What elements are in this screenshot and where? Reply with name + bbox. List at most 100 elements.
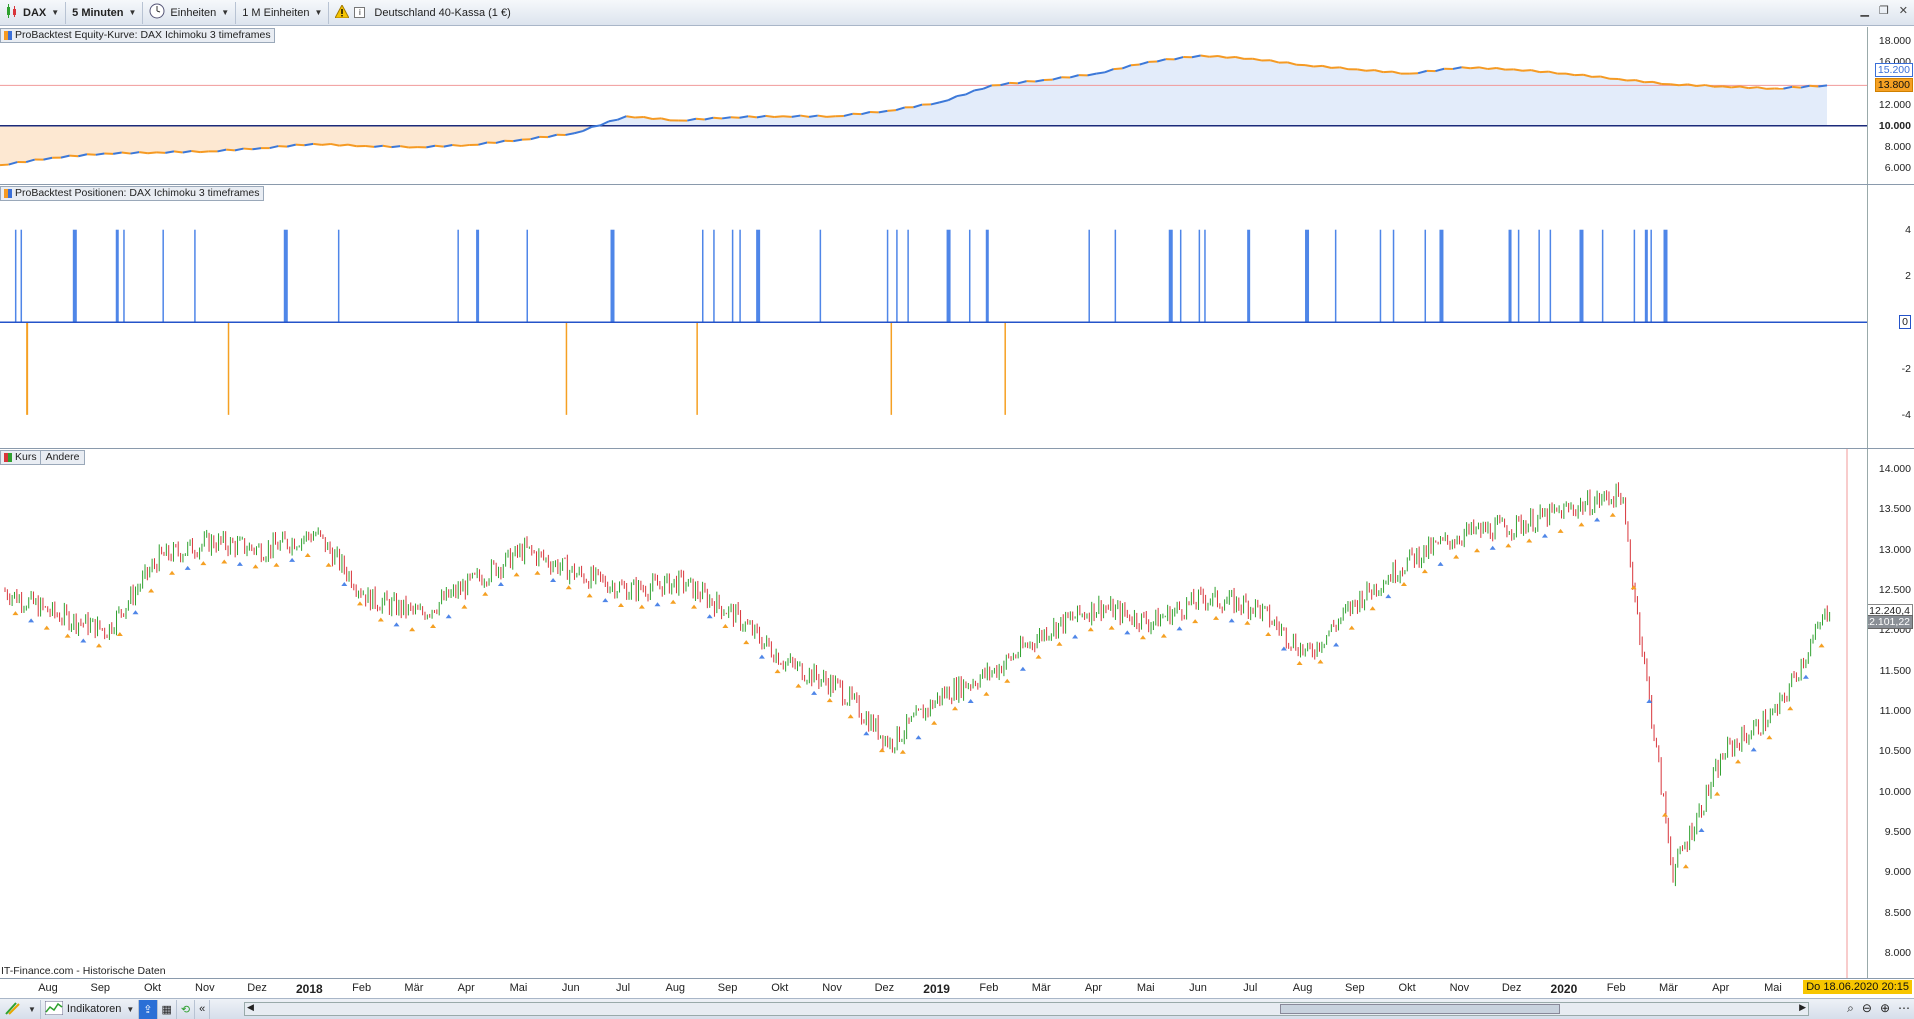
- chevron-down-icon[interactable]: ▼: [51, 8, 59, 17]
- trade-marker: [80, 638, 87, 643]
- long-position-bar: [1663, 229, 1668, 323]
- drawing-tools-button[interactable]: ▼: [0, 999, 41, 1019]
- data-source-note: IT-Finance.com - Historische Daten: [1, 965, 166, 977]
- trade-marker: [1192, 619, 1199, 624]
- trade-marker: [1108, 625, 1115, 630]
- sync-icon: ⟲: [180, 1003, 191, 1016]
- share-button[interactable]: ⇪: [139, 999, 158, 1019]
- scroll-left-icon[interactable]: ◀: [247, 1002, 254, 1013]
- timeframe-label: 5 Minuten: [72, 6, 124, 19]
- zoom-fit-icon[interactable]: ⌕: [1847, 1001, 1854, 1016]
- equity-axis-tick: 6.000: [1884, 162, 1911, 175]
- restore-icon[interactable]: ❐: [1879, 4, 1889, 17]
- trade-marker: [899, 749, 906, 754]
- equity-flat-segment: [1331, 66, 1340, 69]
- trade-marker: [967, 698, 974, 703]
- units-count-label: 1 M Einheiten: [242, 6, 310, 19]
- kurs-tab[interactable]: Kurs: [1, 451, 41, 464]
- layout-button[interactable]: ▦: [158, 999, 177, 1019]
- long-position-bar: [1549, 229, 1552, 323]
- trade-marker: [1019, 666, 1026, 671]
- time-axis[interactable]: Aug Sep Okt Nov Dez 2018 Feb Mär Apr Mai Jun Jul Aug…: [0, 978, 1914, 998]
- warning-icon[interactable]: [334, 3, 351, 21]
- trade-marker: [1296, 661, 1303, 666]
- short-position-bar: [696, 322, 698, 415]
- equity-panel-title[interactable]: ProBacktest Equity-Kurve: DAX Ichimoku 3…: [0, 28, 275, 43]
- zoom-in-icon[interactable]: ⊕: [1880, 1001, 1890, 1016]
- trade-marker: [1421, 569, 1428, 574]
- equity-flat-segment: [1487, 67, 1497, 70]
- equity-curve-panel[interactable]: ProBacktest Equity-Kurve: DAX Ichimoku 3…: [0, 27, 1867, 184]
- price-axis-tick: 13.500: [1878, 503, 1911, 516]
- units-mode-selector[interactable]: Einheiten ▼: [143, 1, 237, 24]
- trade-marker: [377, 617, 384, 622]
- sync-button[interactable]: ⟲: [177, 999, 196, 1019]
- equity-flat-segment: [1130, 63, 1140, 67]
- long-position-bar: [946, 229, 951, 323]
- long-position-bar: [14, 229, 17, 323]
- time-axis-label: Apr: [1084, 982, 1103, 994]
- long-position-bar: [162, 229, 164, 323]
- equity-flat-segment: [748, 115, 758, 119]
- trade-marker: [706, 614, 713, 619]
- trade-marker: [1160, 633, 1167, 638]
- equity-flat-segment: [173, 150, 183, 154]
- trade-marker: [132, 610, 139, 615]
- zoom-out-icon[interactable]: ⊖: [1862, 1001, 1872, 1016]
- instrument-selector[interactable]: DAX: [23, 7, 46, 19]
- long-position-bar: [1579, 229, 1584, 323]
- equity-flat-segment: [121, 151, 131, 155]
- double-chevron-left-icon: «: [199, 1003, 206, 1015]
- long-position-bar: [1601, 229, 1604, 323]
- price-y-axis[interactable]: 14.000 13.500 13.000 12.500 12.000 11.500 11.0…: [1867, 449, 1914, 978]
- positions-axis-tick: 2: [1905, 270, 1911, 282]
- more-icon[interactable]: ⋯: [1898, 1001, 1910, 1016]
- trade-marker: [915, 735, 922, 740]
- long-position-bar: [337, 229, 340, 323]
- long-position-bar: [1508, 229, 1512, 323]
- chevron-down-icon[interactable]: ▼: [28, 1005, 36, 1014]
- equity-flat-segment: [139, 151, 149, 155]
- positions-panel-title[interactable]: ProBacktest Positionen: DAX Ichimoku 3 t…: [0, 186, 264, 201]
- time-axis-label: Mär: [1031, 982, 1051, 994]
- trade-marker: [200, 561, 207, 566]
- equity-y-axis[interactable]: 18.00016.00014.00012.00010.0008.0006.000…: [1867, 27, 1914, 184]
- price-panel[interactable]: Kurs Andere IT-Finance.com - Historische…: [0, 449, 1867, 978]
- indicators-button[interactable]: Indikatoren ▼: [41, 999, 140, 1019]
- positions-panel[interactable]: ProBacktest Positionen: DAX Ichimoku 3 t…: [0, 185, 1867, 448]
- equity-flat-segment: [774, 115, 784, 119]
- info-icon[interactable]: i: [354, 7, 366, 18]
- equity-flat-segment: [765, 114, 775, 119]
- trade-marker: [445, 614, 452, 619]
- time-axis-label: Aug: [1292, 982, 1313, 994]
- chart-type-button[interactable]: DAX ▼: [0, 1, 67, 24]
- trade-marker: [617, 603, 624, 608]
- minimize-icon[interactable]: ▁: [1860, 4, 1868, 17]
- trade-marker: [1802, 674, 1809, 679]
- scroll-right-icon[interactable]: ▶: [1799, 1002, 1806, 1013]
- andere-tab[interactable]: Andere: [41, 451, 85, 464]
- long-position-bar: [1517, 229, 1520, 323]
- scrollbar-thumb[interactable]: [1280, 1004, 1560, 1014]
- time-axis-label: Apr: [1712, 982, 1730, 994]
- equity-flat-segment: [1670, 83, 1680, 87]
- trade-marker: [722, 623, 729, 628]
- price-axis-tick: 10.500: [1878, 745, 1911, 758]
- time-axis-label: Mär: [404, 982, 424, 994]
- equity-curve-chart: [0, 54, 1867, 167]
- share-icon: ⇪: [143, 1003, 153, 1016]
- collapse-button[interactable]: «: [195, 999, 211, 1019]
- equity-step-up: [95, 152, 105, 156]
- trade-marker: [1453, 554, 1460, 559]
- timeframe-selector[interactable]: 5 Minuten ▼: [66, 1, 144, 24]
- close-icon[interactable]: ✕: [1899, 4, 1908, 17]
- positions-y-axis[interactable]: 4 2 0 -2 -4: [1867, 185, 1914, 448]
- units-count-selector[interactable]: 1 M Einheiten ▼: [236, 1, 330, 24]
- equity-flat-segment: [295, 143, 305, 147]
- second-price-label: 12.101,22: [1868, 615, 1913, 630]
- kurs-label: Kurs: [15, 451, 37, 463]
- equity-flat-segment: [69, 154, 79, 158]
- trade-marker: [1265, 632, 1272, 637]
- time-scrollbar[interactable]: ◀ ▶: [244, 1002, 1809, 1016]
- time-axis-label: Okt: [1398, 982, 1416, 994]
